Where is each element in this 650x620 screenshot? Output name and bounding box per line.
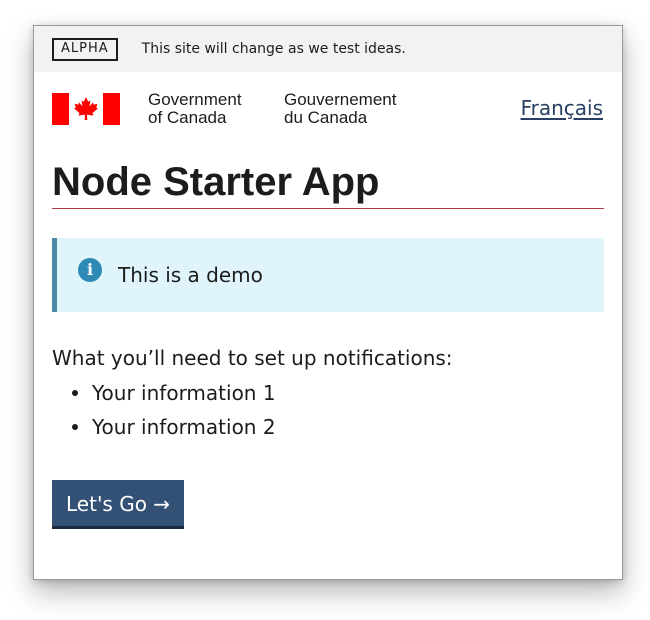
signature-fr-line-2: du Canada <box>284 108 368 127</box>
signature-fr-line-1: Gouvernement <box>284 90 397 109</box>
signature-en-line-2: of Canada <box>148 108 227 127</box>
phase-banner: ALPHA This site will change as we test i… <box>34 26 622 72</box>
alpha-badge: ALPHA <box>52 37 118 61</box>
browser-window: ALPHA This site will change as we test i… <box>33 25 623 580</box>
main-content: Node Starter App i This is a demo What y… <box>34 158 622 529</box>
canada-flag-icon <box>52 93 120 125</box>
list-item: Your information 1 <box>52 376 604 410</box>
phase-banner-text: This site will change as we test ideas. <box>141 41 406 57</box>
info-alert: i This is a demo <box>52 238 604 312</box>
list-item: Your information 2 <box>52 410 604 444</box>
language-toggle-link[interactable]: Français <box>521 96 603 120</box>
bullet <box>72 424 78 430</box>
signature-french: Gouvernement du Canada <box>284 91 396 127</box>
signature-english: Government of Canada <box>148 91 242 127</box>
page-title: Node Starter App <box>52 158 604 209</box>
list-item-text: Your information 1 <box>92 381 276 405</box>
needs-heading: What you’ll need to set up notifications… <box>52 346 453 370</box>
info-icon: i <box>78 258 102 282</box>
government-header: Government of Canada Gouvernement du Can… <box>34 72 622 158</box>
list-item-text: Your information 2 <box>92 415 276 439</box>
bullet <box>72 390 78 396</box>
lets-go-button[interactable]: Let's Go → <box>52 480 185 529</box>
needs-list: Your information 1 Your information 2 <box>52 376 604 444</box>
signature-en-line-1: Government <box>148 90 242 109</box>
alert-text: This is a demo <box>118 263 263 287</box>
